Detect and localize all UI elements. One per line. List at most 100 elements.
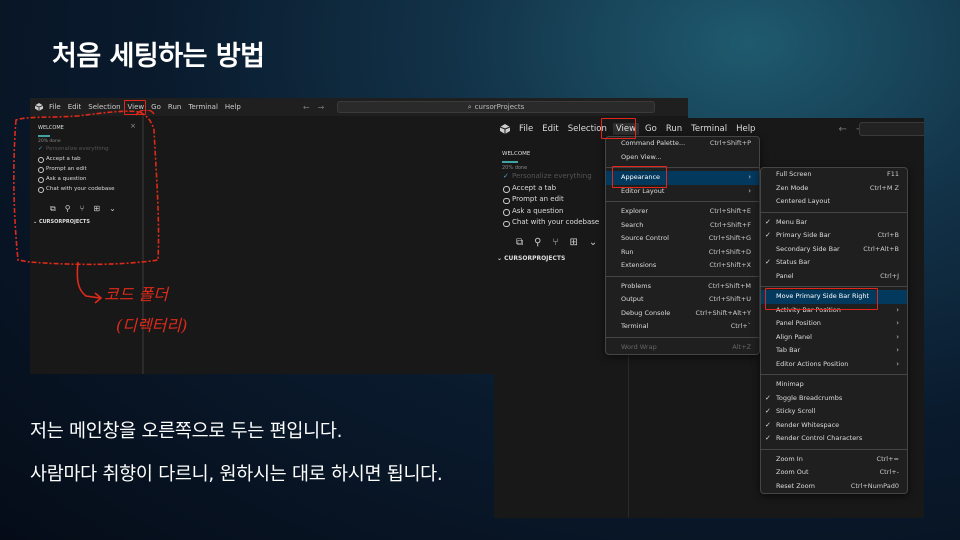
menu-separator bbox=[606, 336, 759, 338]
menu-item-shortcut: Ctrl+` bbox=[730, 322, 751, 330]
cursor-logo-icon bbox=[500, 124, 512, 134]
chevron-right-icon: › bbox=[748, 173, 751, 181]
menu-go[interactable]: Go bbox=[645, 124, 657, 134]
menu-run[interactable]: Run bbox=[168, 103, 181, 111]
menu-item-label: Command Palette... bbox=[621, 139, 686, 147]
menu-item[interactable]: Panel Position › bbox=[761, 317, 907, 331]
menu-item[interactable]: ✓ Render Control Characters bbox=[761, 432, 907, 446]
extensions-icon[interactable]: ⊞ bbox=[569, 237, 577, 248]
menu-item-label: Render Whitespace bbox=[776, 420, 840, 429]
check-icon: ✓ bbox=[765, 393, 771, 402]
menu-item-label: Source Control bbox=[621, 234, 669, 242]
menu-item-label: Problems bbox=[621, 281, 651, 290]
menu-item-shortcut: Ctrl+Shift+X bbox=[709, 261, 751, 269]
menu-item-shortcut: Ctrl+Alt+B bbox=[863, 244, 899, 253]
menu-item-label: Menu Bar bbox=[776, 217, 808, 226]
slide-title: 처음 세팅하는 방법 bbox=[52, 41, 265, 72]
view-highlight-box bbox=[601, 118, 636, 139]
menu-item[interactable]: ✓ Toggle Breadcrumbs bbox=[761, 392, 907, 406]
command-center-search[interactable]: ⌕ cursorProjects bbox=[337, 101, 655, 113]
menu-item[interactable]: ✓ Render Whitespace bbox=[761, 419, 907, 433]
menu-item[interactable]: Output Ctrl+Shift+U bbox=[606, 293, 759, 307]
menu-item-label: Toggle Breadcrumbs bbox=[776, 393, 843, 402]
chevron-down-icon[interactable]: ⌄ bbox=[589, 237, 597, 248]
menu-item[interactable]: ✓ Primary Side Bar Ctrl+B bbox=[761, 229, 907, 243]
menu-item-label: Zen Mode bbox=[776, 183, 809, 192]
folder-label: CURSORPROJECTS bbox=[504, 254, 566, 262]
menu-item[interactable]: Tab Bar › bbox=[761, 344, 907, 358]
menu-item[interactable]: Zoom Out Ctrl+- bbox=[761, 466, 907, 480]
nav-back-icon[interactable]: ← bbox=[303, 103, 310, 112]
menu-separator bbox=[606, 201, 759, 202]
menu-item[interactable]: Zen Mode Ctrl+M Z bbox=[761, 182, 907, 196]
menu-edit[interactable]: Edit bbox=[542, 124, 558, 134]
menu-item[interactable]: Extensions Ctrl+Shift+X bbox=[606, 259, 759, 273]
menu-item[interactable]: ✓ Sticky Scroll bbox=[761, 405, 907, 419]
menu-item[interactable]: Minimap bbox=[761, 378, 907, 392]
menu-item[interactable]: Full Screen F11 bbox=[761, 168, 907, 182]
menu-separator bbox=[761, 286, 907, 287]
screenshot-large: File Edit Selection View Go Run Terminal… bbox=[494, 118, 924, 518]
menu-help[interactable]: Help bbox=[736, 124, 755, 134]
menu-item-shortcut: Ctrl+Shift+G bbox=[708, 234, 751, 242]
menu-item-label: Extensions bbox=[621, 261, 657, 269]
menu-item-shortcut: Ctrl+Shift+E bbox=[709, 207, 751, 215]
chevron-right-icon: › bbox=[896, 346, 899, 354]
menu-item[interactable]: ✓ Menu Bar bbox=[761, 216, 907, 230]
menu-terminal[interactable]: Terminal bbox=[691, 124, 727, 134]
menu-item-label: Word Wrap bbox=[621, 342, 657, 351]
annotation-code-folder: 코드 폴더 bbox=[104, 285, 168, 304]
menu-item[interactable]: Word Wrap Alt+Z bbox=[606, 341, 759, 355]
menu-item[interactable]: Explorer Ctrl+Shift+E bbox=[606, 205, 759, 219]
menu-item-label: Tab Bar bbox=[776, 346, 801, 354]
search-icon[interactable]: ⚲ bbox=[534, 237, 541, 248]
menu-separator bbox=[761, 211, 907, 213]
menu-item-label: Primary Side Bar bbox=[776, 231, 831, 239]
menu-item[interactable]: Zoom In Ctrl+= bbox=[761, 453, 907, 467]
menu-item-label: Panel Position bbox=[776, 319, 821, 327]
menu-run[interactable]: Run bbox=[666, 124, 682, 134]
files-icon[interactable]: ⧉ bbox=[516, 237, 523, 248]
check-icon: ✓ bbox=[765, 434, 771, 442]
menu-item[interactable]: Open View... bbox=[606, 151, 759, 165]
check-icon: ✓ bbox=[765, 420, 771, 429]
annotation-directory: (디렉터리) bbox=[116, 316, 188, 335]
menu-file[interactable]: File bbox=[519, 124, 533, 134]
menu-item[interactable]: Editor Actions Position › bbox=[761, 358, 907, 372]
menu-item[interactable]: Reset Zoom Ctrl+NumPad0 bbox=[761, 480, 907, 494]
source-control-icon[interactable]: ⑂ bbox=[552, 237, 558, 248]
menu-item-shortcut: Ctrl+Shift+U bbox=[709, 295, 751, 303]
appearance-highlight-box bbox=[612, 166, 667, 188]
chevron-right-icon: › bbox=[896, 305, 899, 314]
menu-item[interactable]: Secondary Side Bar Ctrl+Alt+B bbox=[761, 243, 907, 257]
menu-item[interactable]: Debug Console Ctrl+Shift+Alt+Y bbox=[606, 307, 759, 321]
menu-item[interactable]: Align Panel › bbox=[761, 331, 907, 345]
menu-item[interactable]: Terminal Ctrl+` bbox=[606, 320, 759, 334]
menu-terminal[interactable]: Terminal bbox=[188, 103, 218, 111]
menu-item[interactable]: Command Palette... Ctrl+Shift+P bbox=[606, 137, 759, 151]
menu-item[interactable]: ✓ Status Bar bbox=[761, 256, 907, 270]
menu-item-label: Zoom Out bbox=[776, 468, 809, 476]
menu-item-label: Align Panel bbox=[776, 332, 812, 341]
menu-item-label: Explorer bbox=[621, 207, 649, 215]
chevron-right-icon: › bbox=[748, 186, 751, 195]
menu-item-label: Editor Actions Position bbox=[776, 359, 849, 368]
chevron-right-icon: › bbox=[896, 319, 899, 327]
menu-item-label: Output bbox=[621, 295, 644, 303]
menu-item[interactable]: Search Ctrl+Shift+F bbox=[606, 219, 759, 233]
menu-item-label: Sticky Scroll bbox=[776, 407, 816, 415]
menu-item[interactable]: Problems Ctrl+Shift+M bbox=[606, 280, 759, 294]
menu-item-shortcut: Alt+Z bbox=[732, 342, 751, 351]
menu-help[interactable]: Help bbox=[225, 103, 241, 111]
menu-separator bbox=[761, 374, 907, 375]
nav-forward-icon[interactable]: → bbox=[318, 103, 325, 112]
menu-item-shortcut: Ctrl+Shift+M bbox=[708, 281, 751, 290]
nav-back-icon[interactable]: ← bbox=[838, 124, 846, 135]
command-center-search[interactable] bbox=[859, 122, 924, 136]
menu-item[interactable]: Run Ctrl+Shift+D bbox=[606, 246, 759, 260]
check-icon: ✓ bbox=[765, 407, 771, 415]
menu-item[interactable]: Panel Ctrl+J bbox=[761, 270, 907, 284]
menu-item[interactable]: Source Control Ctrl+Shift+G bbox=[606, 232, 759, 246]
menu-item[interactable]: Centered Layout bbox=[761, 195, 907, 209]
menu-item-label: Reset Zoom bbox=[776, 481, 815, 490]
